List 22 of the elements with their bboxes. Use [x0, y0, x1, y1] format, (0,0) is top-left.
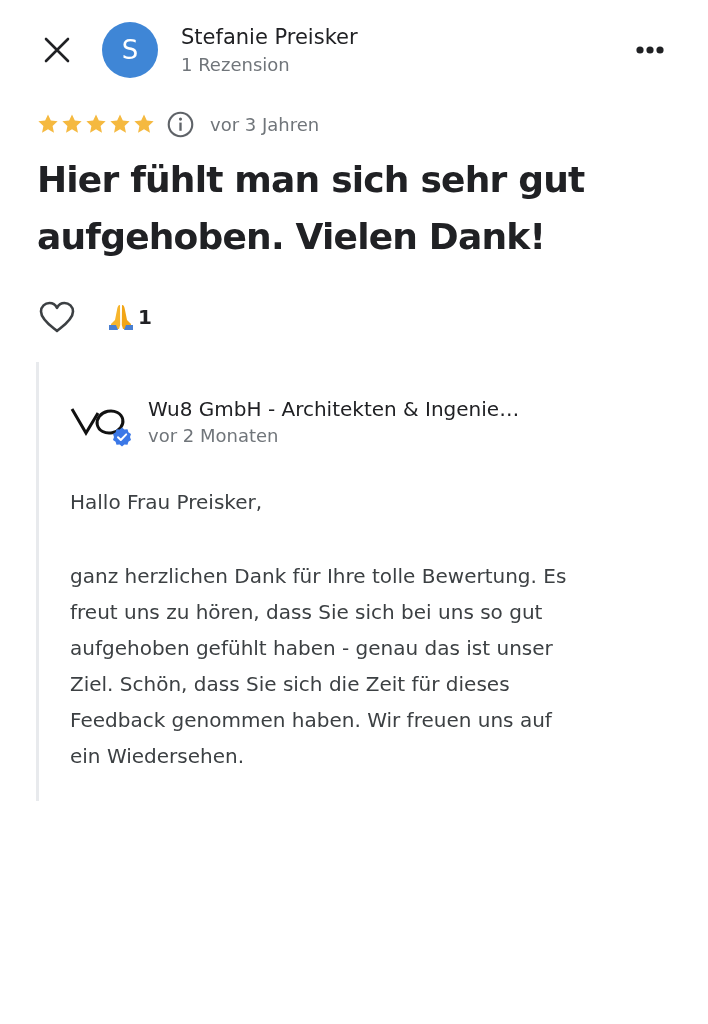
close-button[interactable]	[44, 37, 70, 63]
info-icon	[166, 110, 194, 138]
review-text: Hier fühlt man sich sehr gut aufgehoben. Vielen Dank!	[37, 158, 586, 259]
star-icon	[61, 113, 83, 135]
star-icon	[133, 113, 155, 135]
star-icon	[109, 113, 131, 135]
reviewer-name[interactable]: Stefanie Preisker	[181, 22, 358, 51]
review-count: 1 Rezension	[181, 52, 291, 77]
reply-paragraph: ganz herzlichen Dank für Ihre tolle Bewertung. Es freut uns zu hören, dass Sie sich bei uns so gut aufgehoben gefühlt haben - genau das ist unser Ziel. Schön, dass Sie sich die Zeit für dieses Feedback genommen haben. Wir freuen uns auf ein Wiedersehen.	[70, 563, 568, 770]
more-button[interactable]	[635, 45, 665, 55]
owner-name[interactable]: Wu8 GmbH - Architekten & Ingenie…	[148, 395, 520, 423]
avatar[interactable]: S	[102, 22, 158, 78]
info-button[interactable]	[166, 110, 194, 138]
reaction-count: 1	[138, 304, 152, 331]
praying-hands-icon	[107, 303, 135, 331]
more-icon	[636, 46, 664, 54]
review-time: vor 3 Jahren	[210, 112, 320, 137]
close-icon	[44, 37, 70, 63]
star-icon	[37, 113, 59, 135]
reply-paragraph: Hallo Frau Preisker,	[70, 489, 264, 516]
star-icon	[85, 113, 107, 135]
reply-time: vor 2 Monaten	[148, 424, 280, 448]
